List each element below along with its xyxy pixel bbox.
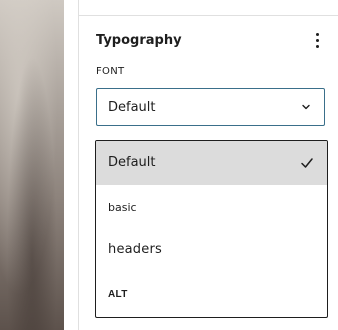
font-option-label: Default (108, 155, 156, 170)
more-vertical-icon (315, 44, 319, 48)
more-vertical-icon (315, 32, 319, 36)
font-option-label: basic (108, 201, 137, 214)
canvas-image-preview (0, 0, 64, 330)
font-option-label: ALT (108, 289, 128, 300)
font-option-default[interactable]: Default (96, 141, 327, 185)
more-vertical-icon (315, 38, 319, 42)
chevron-down-icon (302, 104, 310, 110)
font-select-value: Default (108, 100, 156, 115)
check-icon (301, 158, 313, 168)
divider (79, 15, 338, 16)
font-dropdown-listbox: Default basic headers ALT (95, 140, 328, 318)
font-option-headers[interactable]: headers (96, 229, 327, 273)
font-select[interactable]: Default (96, 88, 325, 126)
typography-options-button[interactable] (307, 28, 327, 52)
editor-root: Typography FONT Default Default basic he… (0, 0, 338, 330)
font-option-alt[interactable]: ALT (96, 273, 327, 317)
font-option-label: headers (108, 242, 162, 257)
font-option-basic[interactable]: basic (96, 185, 327, 229)
font-field-label: FONT (96, 66, 125, 77)
typography-panel-title: Typography (96, 33, 182, 48)
